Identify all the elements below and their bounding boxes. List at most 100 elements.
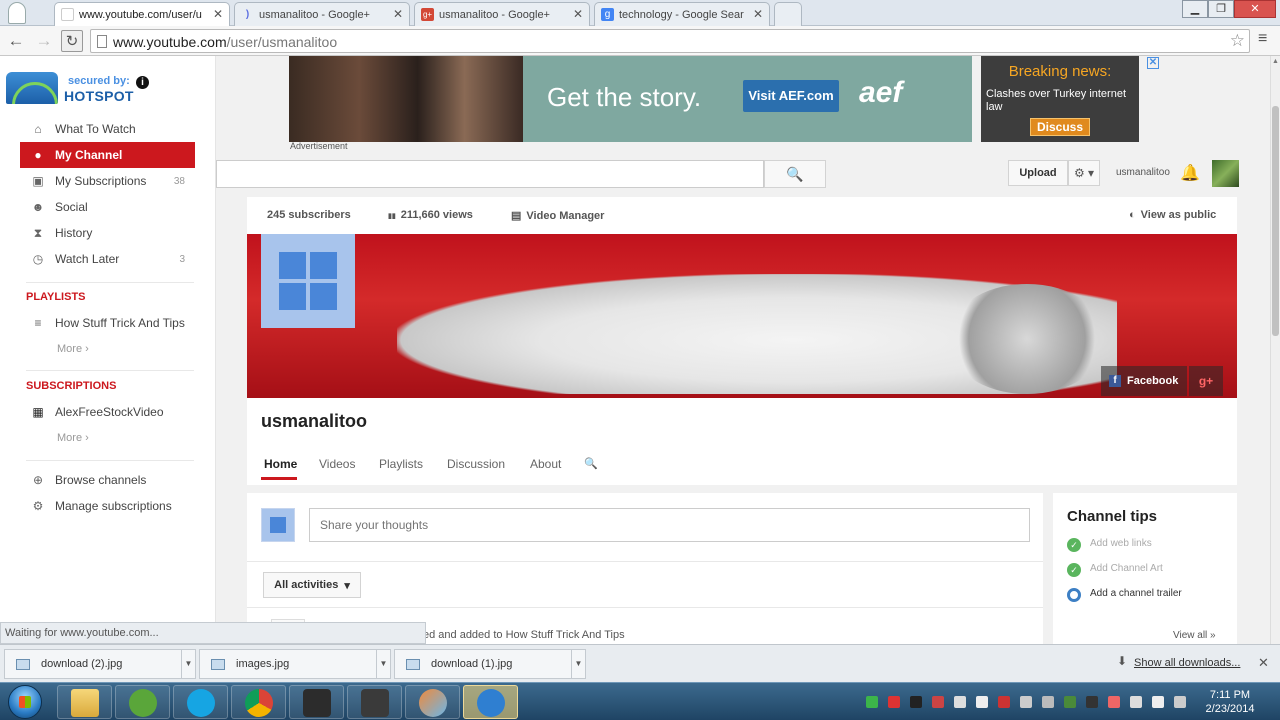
facebook-link[interactable]: f Facebook: [1101, 366, 1187, 396]
chevron-down-icon[interactable]: ▼: [181, 650, 195, 678]
guide-item-my-subscriptions[interactable]: ▣ My Subscriptions 38: [20, 168, 195, 194]
tab-home[interactable]: Home: [264, 457, 297, 471]
guide-item-browse-channels[interactable]: ⊕ Browse channels: [20, 467, 195, 493]
channel-search-icon[interactable]: 🔍: [584, 457, 598, 470]
tip-add-web-links[interactable]: ✓ Add web links: [1067, 538, 1227, 552]
google-plus-favicon-icon: g+: [421, 8, 434, 21]
tray-shield-icon[interactable]: [866, 696, 878, 708]
tab-close-icon[interactable]: ✕: [213, 7, 223, 21]
page-scrollbar[interactable]: ▲: [1270, 56, 1280, 644]
video-manager-link[interactable]: ▤ Video Manager: [511, 209, 604, 222]
aef-banner-ad[interactable]: Get the story. Visit AEF.com aef: [289, 56, 972, 142]
scroll-up-icon[interactable]: ▲: [1271, 58, 1280, 65]
taskbar-chrome[interactable]: [231, 685, 286, 719]
search-input[interactable]: [216, 160, 764, 188]
tab-about[interactable]: About: [530, 457, 561, 471]
taskbar-skype[interactable]: [173, 685, 228, 719]
masthead-avatar[interactable]: [1212, 160, 1239, 187]
ad-visit-button[interactable]: Visit AEF.com: [743, 80, 839, 112]
taskbar-paint[interactable]: [405, 685, 460, 719]
tray-app-icon[interactable]: [1086, 696, 1098, 708]
tray-app-icon[interactable]: [888, 696, 900, 708]
download-item[interactable]: images.jpg ▼: [199, 649, 391, 679]
taskbar-internet-explorer[interactable]: [463, 685, 518, 719]
guide-item-history[interactable]: ⧗ History: [20, 220, 195, 246]
tray-app-icon[interactable]: [998, 696, 1010, 708]
view-as-public-link[interactable]: ◐ View as public: [1129, 209, 1216, 221]
tab-playlists[interactable]: Playlists: [379, 457, 423, 471]
chrome-menu-icon[interactable]: ≡: [1258, 30, 1267, 48]
tray-app-icon[interactable]: [1108, 696, 1120, 708]
back-button[interactable]: ←: [5, 30, 27, 52]
download-item[interactable]: download (2).jpg ▼: [4, 649, 196, 679]
restore-button[interactable]: ❐: [1208, 0, 1234, 18]
chevron-down-icon[interactable]: ▼: [571, 650, 585, 678]
scrollbar-thumb[interactable]: [1272, 106, 1279, 336]
guide-item-social[interactable]: ☻ Social: [20, 194, 195, 220]
tab-discussion[interactable]: Discussion: [447, 457, 505, 471]
tab-youtube[interactable]: www.youtube.com/user/u ✕: [54, 2, 230, 26]
tip-add-channel-art[interactable]: ✓ Add Channel Art: [1067, 563, 1227, 577]
guide-item-manage-subscriptions[interactable]: ⚙ Manage subscriptions: [20, 493, 195, 519]
tray-network-icon[interactable]: [1152, 696, 1164, 708]
guide-item-subscription[interactable]: ▦ AlexFreeStockVideo: [20, 399, 195, 425]
system-clock[interactable]: 7:11 PM 2/23/2014: [1198, 688, 1262, 716]
taskbar-app-5[interactable]: [289, 685, 344, 719]
hotspot-shield-badge[interactable]: secured by: HOTSPOT i: [6, 70, 206, 106]
tray-app-icon[interactable]: [1020, 696, 1032, 708]
search-button[interactable]: 🔍: [764, 160, 826, 188]
tray-app-icon[interactable]: [1064, 696, 1076, 708]
start-button[interactable]: [8, 685, 42, 719]
subscriptions-more-link[interactable]: More ›: [57, 432, 89, 444]
masthead-search: 🔍: [216, 160, 826, 188]
google-plus-link[interactable]: g+: [1189, 366, 1223, 396]
guide-item-what-to-watch[interactable]: ⌂ What To Watch: [20, 116, 195, 142]
tab-google-search[interactable]: g technology - Google Sear ✕: [594, 2, 770, 26]
minimize-button[interactable]: ▁: [1182, 0, 1208, 18]
tray-app-icon[interactable]: [910, 696, 922, 708]
guide-item-my-channel[interactable]: ● My Channel: [20, 142, 195, 168]
view-all-tips-link[interactable]: View all »: [1173, 630, 1216, 641]
playlists-more-link[interactable]: More ›: [57, 343, 89, 355]
notifications-bell-icon[interactable]: 🔔: [1180, 163, 1200, 183]
tab-close-icon[interactable]: ✕: [573, 7, 583, 21]
tip-add-channel-trailer[interactable]: Add a channel trailer: [1067, 588, 1187, 602]
channel-avatar[interactable]: [261, 234, 355, 328]
tray-volume-icon[interactable]: [1174, 696, 1186, 708]
address-bar[interactable]: www.youtube.com/user/usmanalitoo ☆: [90, 29, 1250, 53]
bookmark-star-icon[interactable]: ☆: [1230, 31, 1245, 51]
chevron-down-icon[interactable]: ▼: [376, 650, 390, 678]
tray-app-icon[interactable]: [954, 696, 966, 708]
new-tab-button[interactable]: [774, 2, 802, 26]
taskbar-explorer[interactable]: [57, 685, 112, 719]
tab-videos[interactable]: Videos: [319, 457, 355, 471]
tray-app-icon[interactable]: [976, 696, 988, 708]
info-icon[interactable]: i: [136, 76, 149, 89]
tray-app-icon[interactable]: [1042, 696, 1054, 708]
ad-close-icon[interactable]: ✕: [1147, 57, 1159, 69]
tab-close-icon[interactable]: ✕: [393, 7, 403, 21]
taskbar-utorrent[interactable]: [115, 685, 170, 719]
upload-button[interactable]: Upload: [1008, 160, 1068, 186]
tab-google-plus-1[interactable]: ) usmanalitoo - Google+ ✕: [234, 2, 410, 26]
masthead-username[interactable]: usmanalitoo: [1116, 167, 1170, 178]
tray-battery-icon[interactable]: [1130, 696, 1142, 708]
close-shelf-icon[interactable]: ✕: [1258, 655, 1269, 671]
window-close-button[interactable]: ✕: [1234, 0, 1276, 18]
all-activities-dropdown[interactable]: All activities ▾: [263, 572, 361, 598]
download-item[interactable]: download (1).jpg ▼: [394, 649, 586, 679]
settings-gear-button[interactable]: ⚙ ▾: [1068, 160, 1100, 186]
guide-item-playlist[interactable]: ≡ How Stuff Trick And Tips: [20, 310, 195, 336]
news-ad[interactable]: Breaking news: Clashes over Turkey inter…: [981, 56, 1139, 142]
share-thoughts-input[interactable]: [309, 508, 1030, 542]
browser-profile-icon[interactable]: [8, 2, 26, 24]
tray-app-icon[interactable]: [932, 696, 944, 708]
news-ad-discuss-button[interactable]: Discuss: [1030, 118, 1090, 136]
guide-item-watch-later[interactable]: ◷ Watch Later 3: [20, 246, 195, 272]
reload-button[interactable]: ↻: [61, 30, 83, 52]
taskbar-app-6[interactable]: [347, 685, 402, 719]
tab-google-plus-2[interactable]: g+ usmanalitoo - Google+ ✕: [414, 2, 590, 26]
tab-close-icon[interactable]: ✕: [753, 7, 763, 21]
forward-button[interactable]: →: [33, 30, 55, 52]
show-all-downloads-link[interactable]: Show all downloads...: [1134, 657, 1240, 669]
